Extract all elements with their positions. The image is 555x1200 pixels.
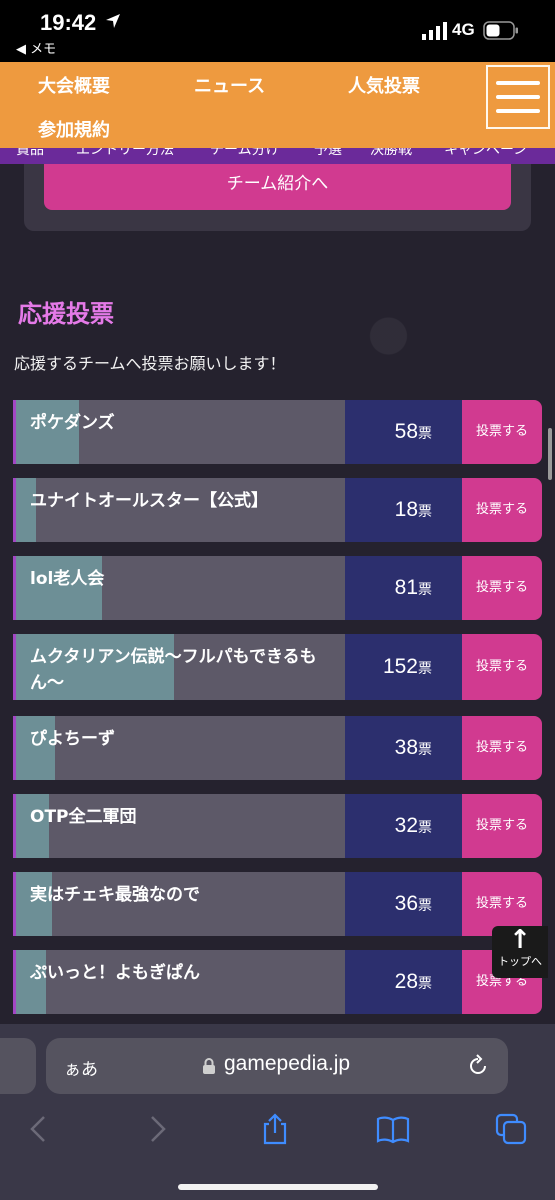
vote-button[interactable]: 投票する	[462, 794, 542, 858]
vote-unit: 票	[418, 820, 432, 836]
team-intro-button[interactable]: チーム紹介へ	[44, 164, 511, 210]
menu-line	[496, 81, 540, 85]
site-header: 大会概要 ニュース 人気投票 参加規約	[0, 62, 555, 148]
vote-count-cell: 36票	[345, 872, 462, 936]
forward-chevron-icon[interactable]	[140, 1112, 174, 1146]
vote-count: 58	[394, 420, 418, 443]
team-name-cell: ぴよちーず	[13, 716, 345, 780]
vote-count: 152	[382, 655, 418, 678]
vote-unit: 票	[418, 742, 432, 758]
vote-unit: 票	[418, 898, 432, 914]
nav-news[interactable]: ニュース	[194, 72, 265, 98]
vote-button[interactable]: 投票する	[462, 634, 542, 700]
vote-count-cell: 81票	[345, 556, 462, 620]
vote-count: 38	[394, 736, 418, 759]
nav-popularity-vote[interactable]: 人気投票	[348, 72, 420, 98]
vote-row: ぴよちーず 38票 投票する	[13, 716, 543, 780]
vote-count-cell: 38票	[345, 716, 462, 780]
back-chevron-icon[interactable]	[22, 1112, 56, 1146]
lock-icon	[203, 1058, 215, 1074]
nav-overview[interactable]: 大会概要	[38, 72, 110, 98]
vote-count-cell: 32票	[345, 794, 462, 858]
hamburger-menu-button[interactable]	[486, 65, 550, 129]
back-to-top-label: トップへ	[498, 955, 542, 968]
vote-button[interactable]: 投票する	[462, 556, 542, 620]
submenu-final[interactable]: 決勝戦	[370, 148, 412, 159]
status-bar: 19:42 ◀ メモ 4G	[0, 0, 555, 62]
submenu-entry[interactable]: エントリー方法	[76, 148, 174, 159]
tabs-icon[interactable]	[494, 1112, 528, 1146]
back-to-top-button[interactable]: ↑ トップへ	[492, 926, 548, 978]
team-name: ムクタリアン伝説〜フルパもできるもん〜	[30, 647, 317, 693]
vote-count: 28	[394, 970, 418, 993]
submenu-campaign[interactable]: キャンペーン	[444, 148, 527, 159]
bookmarks-icon[interactable]	[376, 1112, 410, 1146]
team-name-cell: 実はチェキ最強なので	[13, 872, 345, 936]
vote-unit: 票	[418, 426, 432, 442]
team-name-cell: OTP全二軍団	[13, 794, 345, 858]
section-title: 応援投票	[18, 300, 114, 328]
share-icon[interactable]	[258, 1112, 292, 1146]
vote-count-cell: 28票	[345, 950, 462, 1014]
team-name: ぴよちーず	[30, 729, 115, 749]
address-bar[interactable]: ぁあ gamepedia.jp	[46, 1038, 508, 1094]
previous-tab-preview[interactable]	[0, 1038, 36, 1094]
vote-button[interactable]: 投票する	[462, 478, 542, 542]
vote-row: ポケダンズ 58票 投票する	[13, 400, 543, 464]
menu-line	[496, 109, 540, 113]
team-name: ぷいっと！よもぎぱん	[30, 963, 200, 983]
team-name-cell: ぷいっと！よもぎぱん	[13, 950, 345, 1014]
team-name-cell: ポケダンズ	[13, 400, 345, 464]
reader-options-button[interactable]: ぁあ	[64, 1055, 98, 1080]
team-name: 実はチェキ最強なので	[30, 885, 200, 905]
team-name: lol老人会	[30, 569, 105, 589]
main-content: チーム紹介へ 応援投票 応援するチームへ投票お願いします！ ポケダンズ 58票 投票…	[0, 164, 555, 1024]
submenu-qualifier[interactable]: 予選	[314, 148, 342, 159]
vote-count: 18	[394, 498, 418, 521]
vote-unit: 票	[418, 582, 432, 598]
team-name: ポケダンズ	[30, 413, 115, 433]
vote-count: 36	[394, 892, 418, 915]
browser-toolbar: ぁあ gamepedia.jp	[0, 1024, 555, 1200]
location-arrow-icon	[106, 14, 120, 28]
vote-row: OTP全二軍団 32票 投票する	[13, 794, 543, 858]
vote-row: ムクタリアン伝説〜フルパもできるもん〜 152票 投票する	[13, 634, 543, 700]
vote-count-cell: 152票	[345, 634, 462, 700]
vote-count: 32	[394, 814, 418, 837]
vote-unit: 票	[418, 976, 432, 992]
team-card: チーム紹介へ	[24, 164, 531, 231]
clock: 19:42	[40, 10, 97, 35]
vote-unit: 票	[418, 661, 432, 677]
vote-row: ユナイトオールスター【公式】 18票 投票する	[13, 478, 543, 542]
vote-row: ぷいっと！よもぎぱん 28票 投票する	[13, 950, 543, 1014]
team-name-cell: lol老人会	[13, 556, 345, 620]
home-indicator	[178, 1184, 378, 1190]
vote-button[interactable]: 投票する	[462, 716, 542, 780]
vote-count-cell: 18票	[345, 478, 462, 542]
back-to-app-link[interactable]: ◀ メモ	[16, 38, 56, 57]
vote-row: lol老人会 81票 投票する	[13, 556, 543, 620]
submenu-prizes[interactable]: 賞品	[16, 148, 44, 159]
url-domain: gamepedia.jp	[224, 1052, 351, 1075]
section-description: 応援するチームへ投票お願いします！	[14, 354, 286, 373]
submenu-strip: 賞品 エントリー方法 チーム分け 予選 決勝戦 キャンペーン	[0, 148, 555, 164]
arrow-up-icon: ↑	[509, 925, 531, 955]
vote-count-cell: 58票	[345, 400, 462, 464]
team-name-cell: ムクタリアン伝説〜フルパもできるもん〜	[13, 634, 345, 700]
reload-icon[interactable]	[466, 1054, 490, 1078]
nav-rules[interactable]: 参加規約	[38, 116, 110, 142]
menu-line	[496, 95, 540, 99]
network-type: 4G	[452, 20, 475, 39]
vote-button[interactable]: 投票する	[462, 400, 542, 464]
scrollbar[interactable]	[548, 428, 552, 480]
team-name: ユナイトオールスター【公式】	[30, 491, 268, 511]
team-name: OTP全二軍団	[30, 807, 137, 827]
team-name-cell: ユナイトオールスター【公式】	[13, 478, 345, 542]
submenu-team-split[interactable]: チーム分け	[210, 148, 280, 159]
vote-row: 実はチェキ最強なので 36票 投票する	[13, 872, 543, 936]
battery-icon	[483, 21, 518, 40]
vote-unit: 票	[418, 504, 432, 520]
cellular-signal-icon	[422, 22, 447, 40]
vote-count: 81	[394, 576, 418, 599]
